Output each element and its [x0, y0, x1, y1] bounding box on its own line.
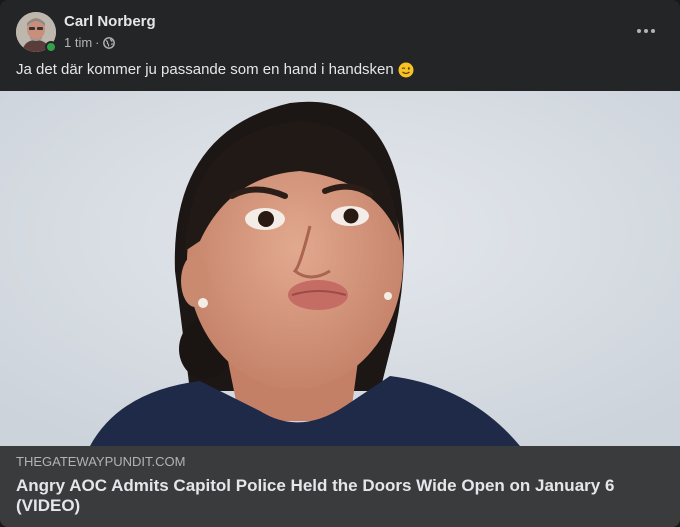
- link-preview-image[interactable]: [0, 91, 680, 446]
- link-title[interactable]: Angry AOC Admits Capitol Police Held the…: [16, 476, 664, 516]
- post-meta: Carl Norberg 1 tim ·: [64, 12, 156, 51]
- post-timestamp[interactable]: 1 tim: [64, 35, 92, 51]
- winking-face-emoji: [398, 62, 414, 78]
- post-message-text: Ja det där kommer ju passande som en han…: [16, 61, 394, 78]
- post-message: Ja det där kommer ju passande som en han…: [16, 60, 414, 80]
- meta-separator: ·: [95, 35, 100, 50]
- more-options-button[interactable]: [632, 17, 660, 45]
- post-header: Carl Norberg 1 tim ·: [16, 12, 156, 53]
- post-subline: 1 tim ·: [64, 35, 156, 51]
- author-avatar[interactable]: [16, 12, 57, 53]
- globe-icon[interactable]: [102, 37, 115, 49]
- author-name[interactable]: Carl Norberg: [64, 12, 156, 31]
- online-status-dot: [45, 41, 57, 53]
- post-card: Carl Norberg 1 tim · Ja det där kommer j…: [0, 0, 680, 527]
- link-preview-box[interactable]: THEGATEWAYPUNDIT.COM Angry AOC Admits Ca…: [0, 446, 680, 527]
- link-domain: THEGATEWAYPUNDIT.COM: [16, 454, 186, 469]
- more-options-icon: [637, 29, 655, 33]
